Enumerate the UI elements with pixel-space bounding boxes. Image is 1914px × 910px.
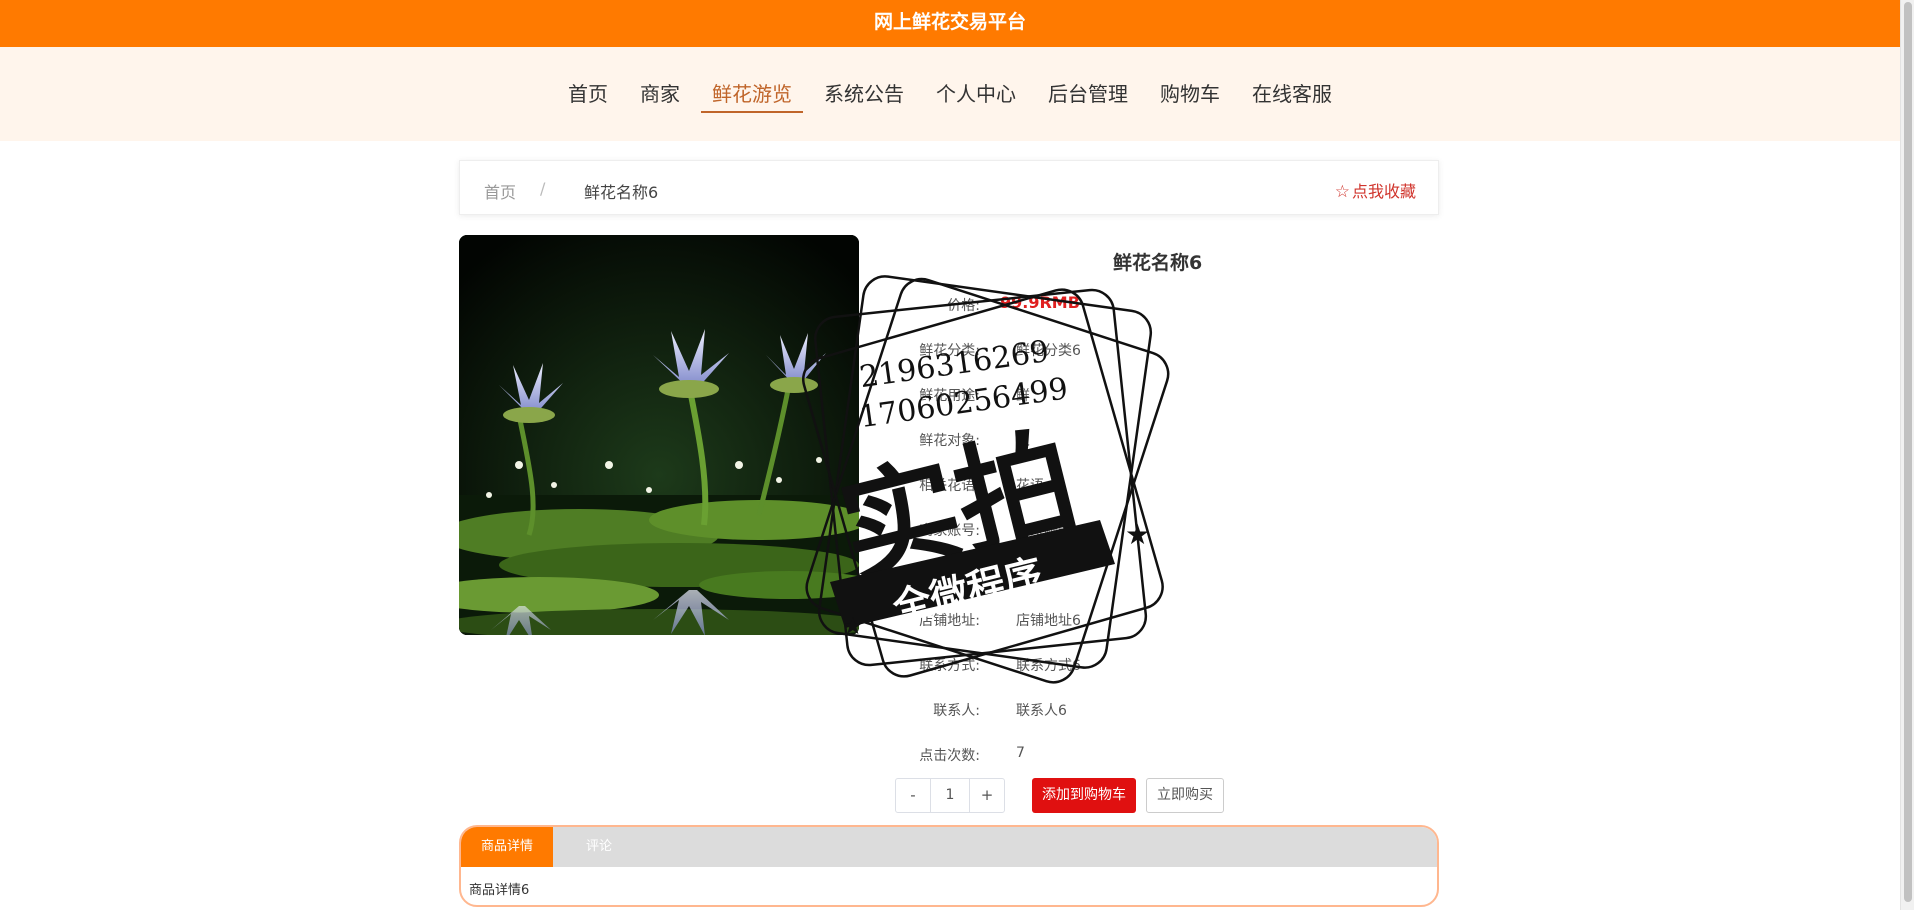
tab-bar: 商品详情 评论: [461, 827, 1437, 867]
nav-item-home[interactable]: 首页: [557, 77, 619, 113]
nav-item-cart[interactable]: 购物车: [1149, 77, 1231, 113]
detail-row: 鲜花分类: 鲜花分类6: [880, 340, 1280, 362]
detail-value: 联系方式6: [1016, 658, 1081, 674]
star-icon: ☆: [1334, 182, 1350, 202]
nav-item-merchants[interactable]: 商家: [629, 77, 691, 113]
quantity-input[interactable]: 1: [930, 779, 970, 812]
favorite-label: 点我收藏: [1351, 182, 1416, 201]
main-nav: 首页 商家 鲜花游览 系统公告 个人中心 后台管理 购物车 在线客服: [0, 77, 1900, 113]
increase-quantity-button[interactable]: +: [970, 779, 1004, 812]
detail-value: 商家账号: [1016, 523, 1072, 539]
detail-row: 相关花语: 花语: [880, 475, 1280, 497]
detail-row: 点击次数: 7: [880, 745, 1280, 767]
detail-value: 7: [1016, 745, 1025, 761]
detail-row: 店铺名称:: [880, 565, 1280, 587]
page-scrollbar[interactable]: [1900, 0, 1914, 910]
detail-row: 鲜花用途: 鲜: [880, 385, 1280, 407]
detail-value: 花语: [1016, 478, 1044, 494]
detail-label: 店铺地址:: [919, 613, 980, 629]
site-title: 网上鲜花交易平台: [873, 11, 1026, 33]
tab-comments[interactable]: 评论: [553, 827, 645, 867]
tab-content: 商品详情6: [469, 883, 530, 898]
product-image: [459, 235, 859, 635]
detail-label: 联系人:: [933, 703, 980, 719]
detail-row: 联系方式: 联系方式6: [880, 655, 1280, 677]
detail-value: 人: [1016, 433, 1030, 449]
detail-label: 相关花语:: [919, 478, 980, 494]
nav-item-admin[interactable]: 后台管理: [1037, 77, 1139, 113]
product-tabs: 商品详情 评论 商品详情6: [459, 825, 1439, 907]
detail-row: 鲜花对象: 人: [880, 430, 1280, 452]
detail-row: 联系人: 联系人6: [880, 700, 1280, 722]
detail-row: 商家账号: 商家账号: [880, 520, 1280, 542]
detail-label: 鲜花对象:: [919, 433, 980, 449]
price-label: 价格:: [947, 298, 980, 314]
detail-label: 点击次数:: [919, 748, 980, 764]
nav-item-personal-center[interactable]: 个人中心: [925, 77, 1027, 113]
nav-item-announcements[interactable]: 系统公告: [813, 77, 915, 113]
detail-value: 鲜花分类6: [1016, 343, 1081, 359]
price-value: 99.9RMB: [1000, 293, 1080, 312]
nav-item-customer-service[interactable]: 在线客服: [1241, 77, 1343, 113]
breadcrumb-current: 鲜花名称6: [584, 183, 659, 202]
price-row: 价格: 99.9RMB: [880, 293, 1280, 317]
detail-row: 店铺地址: 店铺地址6: [880, 610, 1280, 632]
nav-item-flower-browse[interactable]: 鲜花游览: [701, 77, 803, 113]
decrease-quantity-button[interactable]: -: [896, 779, 930, 812]
detail-label: 店铺名称:: [919, 568, 980, 584]
product-title: 鲜花名称6: [1113, 252, 1203, 274]
detail-label: 商家账号:: [919, 523, 980, 539]
detail-value: 联系人6: [1016, 703, 1067, 719]
site-header: 网上鲜花交易平台: [0, 0, 1900, 47]
quantity-stepper: - 1 +: [895, 778, 1005, 813]
add-to-cart-button[interactable]: 添加到购物车: [1032, 778, 1136, 813]
nav-band: 首页 商家 鲜花游览 系统公告 个人中心 后台管理 购物车 在线客服: [0, 47, 1900, 141]
water-lily-photo: [459, 235, 859, 635]
breadcrumb-bar: 首页 / 鲜花名称6 ☆ 点我收藏: [459, 160, 1439, 215]
detail-value: 店铺地址6: [1016, 613, 1081, 629]
detail-value: 鲜: [1016, 388, 1030, 404]
favorite-button[interactable]: ☆ 点我收藏: [1335, 178, 1416, 202]
detail-label: 鲜花分类:: [919, 343, 980, 359]
buy-now-button[interactable]: 立即购买: [1146, 778, 1224, 813]
breadcrumb-separator: /: [540, 179, 546, 198]
breadcrumb-home[interactable]: 首页: [484, 179, 516, 203]
detail-label: 鲜花用途:: [919, 388, 980, 404]
tab-product-details[interactable]: 商品详情: [461, 827, 553, 867]
scrollbar-thumb[interactable]: [1904, 2, 1912, 902]
detail-label: 联系方式:: [919, 658, 980, 674]
